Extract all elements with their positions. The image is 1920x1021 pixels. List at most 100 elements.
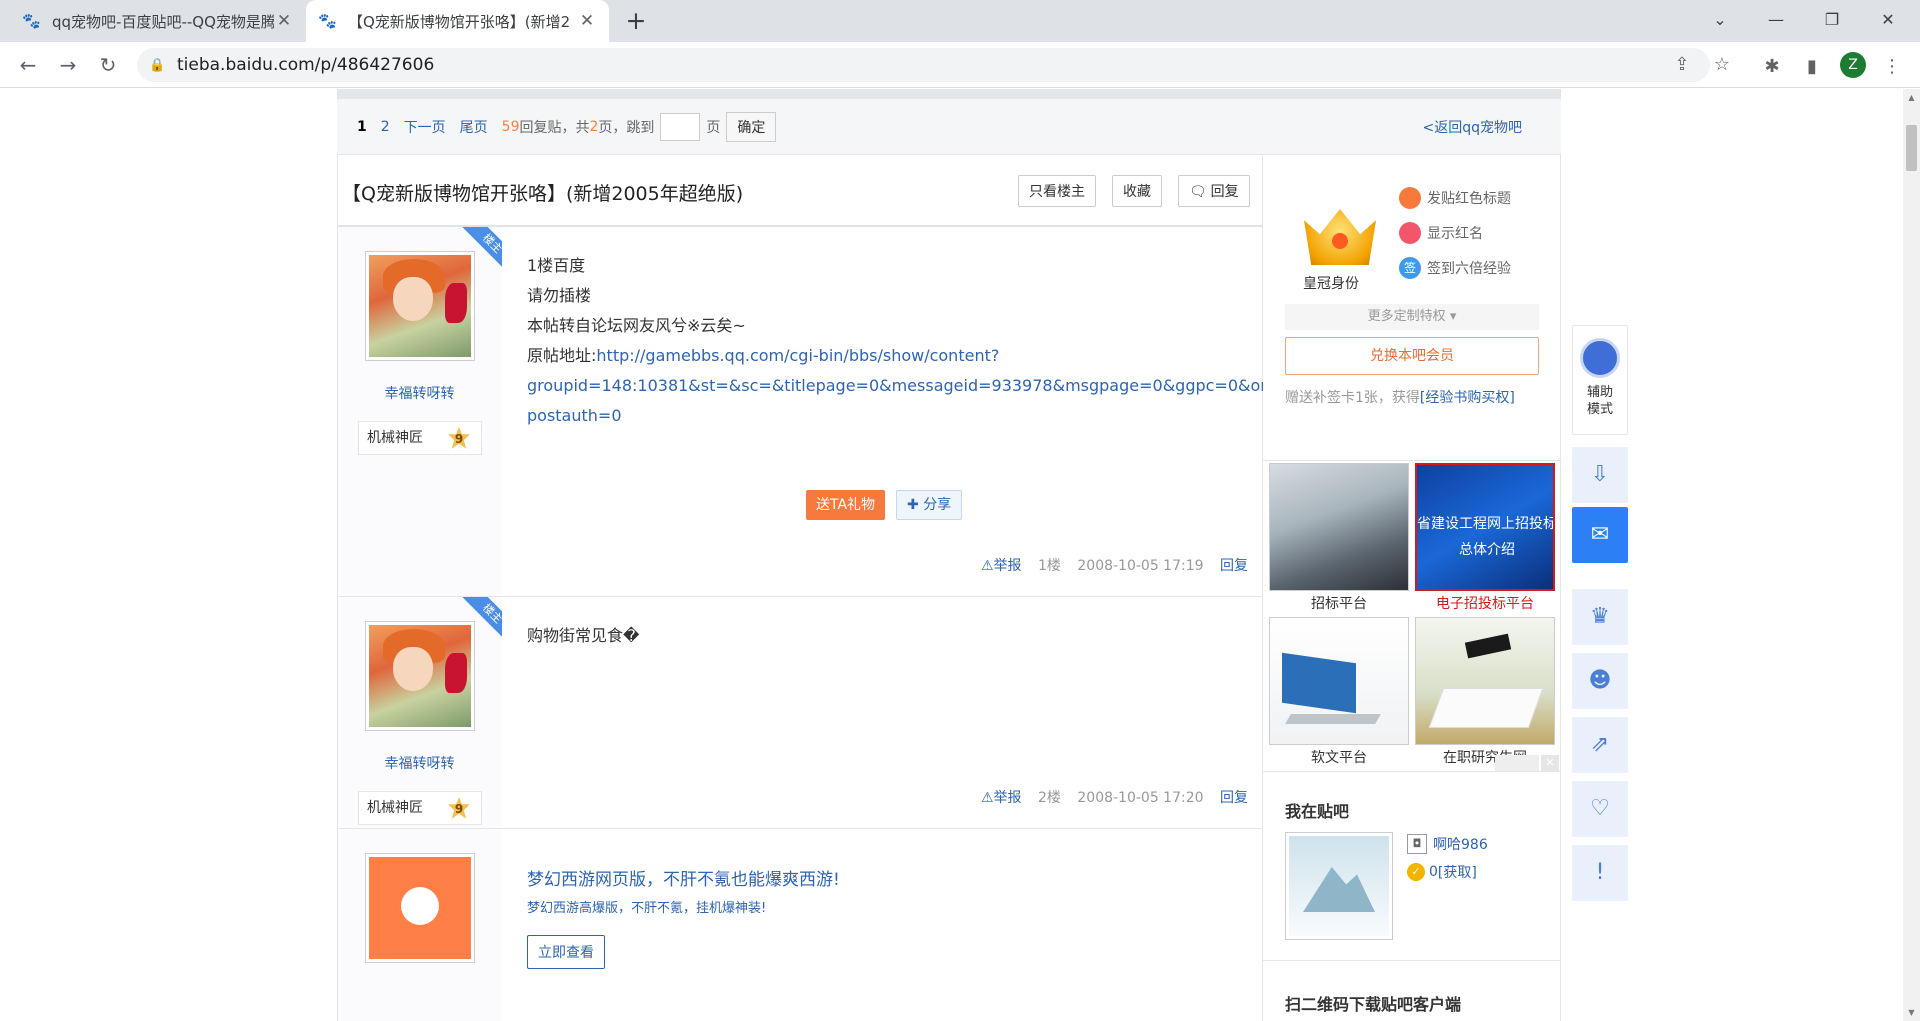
page-scrollbar[interactable]: ▲ ▼: [1903, 89, 1920, 1021]
scroll-up-icon[interactable]: ▲: [1903, 89, 1920, 106]
profile-avatar[interactable]: Z: [1840, 52, 1866, 78]
back-to-bar-link[interactable]: <返回qq宠物吧: [1422, 117, 1522, 137]
redeem-membership-button[interactable]: 兑换本吧会员: [1285, 337, 1539, 375]
jump-confirm-button[interactable]: 确定: [726, 111, 777, 142]
author-avatar[interactable]: [365, 621, 475, 731]
reply-count: 59: [501, 118, 520, 135]
user-avatar[interactable]: [1285, 832, 1393, 940]
bear-icon[interactable]: ☻: [1572, 653, 1628, 709]
thread-header: 【Q宠新版博物馆开张咯】(新增2005年超绝版) 只看楼主 收藏 🗨 回复: [338, 155, 1263, 227]
ad-caption[interactable]: 软文平台: [1269, 747, 1409, 767]
new-tab-icon[interactable]: +: [622, 8, 650, 36]
last-page-link[interactable]: 尾页: [460, 117, 488, 137]
send-gift-button[interactable]: 送TA礼物: [806, 490, 886, 520]
tab-close-icon[interactable]: ✕: [274, 11, 294, 31]
heart-icon[interactable]: ♡: [1572, 781, 1628, 837]
share-page-icon[interactable]: ⇪: [1669, 48, 1695, 82]
report-link[interactable]: ⚠举报: [969, 790, 1022, 806]
link-label: 原帖地址:: [527, 346, 597, 365]
author-avatar[interactable]: [365, 251, 475, 361]
page-2-link[interactable]: 2: [381, 119, 390, 135]
download-app-icon[interactable]: ⇩: [1572, 447, 1628, 503]
game-logo[interactable]: [365, 853, 475, 963]
page-unit: 页: [706, 119, 721, 136]
chrome-menu-icon[interactable]: ⋮: [1880, 56, 1904, 80]
ad-caption[interactable]: 招标平台: [1269, 593, 1409, 613]
privilege-label: 显示红名: [1427, 226, 1483, 242]
get-coins-link[interactable]: [获取]: [1438, 862, 1477, 882]
lock-icon: 🔒: [149, 57, 166, 73]
ad-image[interactable]: [1269, 463, 1409, 591]
restore-icon[interactable]: ❐: [1804, 0, 1860, 40]
reply-link[interactable]: 回复: [1208, 790, 1248, 806]
scroll-down-icon[interactable]: ▼: [1903, 1004, 1920, 1021]
ad-image[interactable]: 省建设工程网上招投标 总体介绍: [1415, 463, 1555, 591]
my-tieba-heading: 我在贴吧: [1285, 802, 1350, 821]
next-page-link[interactable]: 下一页: [404, 117, 446, 137]
minimize-icon[interactable]: —: [1748, 0, 1804, 40]
jump-page-input[interactable]: [660, 112, 701, 141]
assist-mode-label: 辅助: [1586, 385, 1613, 400]
ad-item[interactable]: 招标平台: [1269, 463, 1409, 613]
post-floor-1: 楼主 幸福转呀转 机械神匠 9 1楼百度 请勿插楼 本帖转自论坛网友风兮※云矣~…: [338, 227, 1284, 597]
share-button[interactable]: ✚ 分享: [896, 490, 963, 520]
total-pages: 2: [589, 118, 599, 135]
privilege-label: 发贴红色标题: [1427, 191, 1511, 207]
ad-subtitle[interactable]: 梦幻西游高爆版，不肝不氪，挂机爆神装!: [527, 897, 766, 916]
reply-link[interactable]: 回复: [1208, 558, 1248, 574]
assist-mode-button[interactable]: 辅助 模式: [1572, 325, 1628, 435]
favorite-button[interactable]: 收藏: [1112, 175, 1162, 207]
reply-thread-button[interactable]: 🗨 回复: [1178, 175, 1250, 207]
magic-hat-icon[interactable]: ♛: [1572, 589, 1628, 645]
pagination-bar: 1 2 下一页 尾页 59 回复贴，共 2 页，跳到 页 确定 <返回qq宠物吧: [337, 99, 1561, 155]
source-link[interactable]: http://gamebbs.qq.com/cgi-bin/bbs/show/c…: [596, 346, 999, 365]
tab-search-chevron-icon[interactable]: ⌄: [1692, 0, 1748, 40]
ad-image[interactable]: [1415, 617, 1555, 745]
scroll-thumb[interactable]: [1906, 125, 1917, 171]
content-line: 购物街常见食�: [527, 626, 640, 645]
crown-icon[interactable]: [1300, 189, 1380, 269]
post-content: 1楼百度 请勿插楼 本帖转自论坛网友风兮※云矣~ 原帖地址:http://gam…: [527, 251, 1284, 431]
author-name[interactable]: 幸福转呀转: [338, 383, 501, 403]
source-link[interactable]: postauth=0: [527, 406, 622, 425]
source-link[interactable]: groupid=148:10381&st=&sc=&titlepage=0&me…: [527, 376, 1284, 395]
extensions-puzzle-icon[interactable]: ✱: [1760, 56, 1784, 80]
ad-caption[interactable]: 电子招投标平台: [1415, 593, 1555, 613]
privilege-red-name: 显示红名: [1399, 222, 1483, 244]
author-name[interactable]: 幸福转呀转: [338, 753, 501, 773]
warning-icon: ⚠: [980, 790, 994, 806]
browser-tab-active[interactable]: 🐾 【Q宠新版博物馆开张咯】(新增2 ✕: [306, 0, 609, 42]
gift-note: 赠送补签卡1张，获得[经验书购买权]: [1285, 387, 1515, 407]
bookmark-star-icon[interactable]: ☆: [1709, 48, 1735, 82]
tab-close-icon[interactable]: ✕: [577, 11, 597, 31]
url-omnibox[interactable]: 🔒 tieba.baidu.com/p/486427606: [137, 48, 1710, 82]
ad-image-text: 总体介绍: [1459, 542, 1515, 558]
assist-mode-icon: [1580, 338, 1620, 378]
browser-tab[interactable]: 🐾 qq宠物吧-百度贴吧--QQ宠物是腾讯 ✕: [10, 0, 306, 42]
side-panel-icon[interactable]: ▮: [1800, 56, 1824, 80]
report-link[interactable]: ⚠举报: [969, 558, 1022, 574]
ad-image-text: 省建设工程网上招投标: [1417, 516, 1555, 532]
ad-item[interactable]: 软文平台: [1269, 617, 1409, 767]
author-rank[interactable]: 机械神匠 9: [358, 421, 482, 455]
more-privileges-toggle[interactable]: 更多定制特权 ▾: [1285, 304, 1539, 330]
ad-item[interactable]: 在职研究生网: [1415, 617, 1555, 767]
report-label: 举报: [993, 558, 1022, 574]
ad-image[interactable]: [1269, 617, 1409, 745]
only-owner-button[interactable]: 只看楼主: [1018, 175, 1096, 207]
view-now-button[interactable]: 立即查看: [527, 935, 605, 969]
exp-book-link[interactable]: [经验书购买权]: [1420, 390, 1515, 406]
author-rank[interactable]: 机械神匠 9: [358, 791, 482, 825]
message-icon[interactable]: ✉: [1572, 507, 1628, 563]
ad-title-link[interactable]: 梦幻西游网页版，不肝不氪也能爆爽西游!: [527, 865, 840, 890]
reload-icon[interactable]: ↻: [94, 51, 122, 79]
thread-title: 【Q宠新版博物馆开张咯】(新增2005年超绝版): [342, 183, 744, 205]
feedback-icon[interactable]: !: [1572, 845, 1628, 901]
close-window-icon[interactable]: ✕: [1860, 0, 1916, 40]
forward-arrow-icon[interactable]: →: [54, 51, 82, 79]
ad-item[interactable]: 省建设工程网上招投标 总体介绍 电子招投标平台: [1415, 463, 1555, 613]
share-icon[interactable]: ⇗: [1572, 717, 1628, 773]
ad-close-icon[interactable]: ✕: [1541, 755, 1559, 771]
back-arrow-icon[interactable]: ←: [14, 51, 42, 79]
my-username[interactable]: ◘ 啊哈986: [1407, 834, 1488, 854]
